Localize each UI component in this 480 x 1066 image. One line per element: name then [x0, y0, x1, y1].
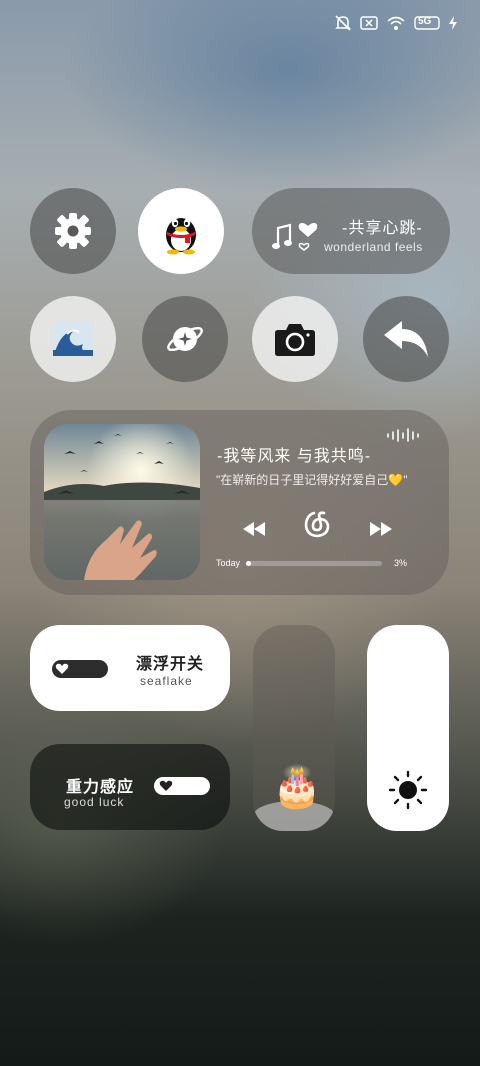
birthday-cake-icon: 🎂: [272, 765, 322, 809]
brightness-icon: [388, 770, 428, 810]
song-lyric: "在崭新的日子里记得好好爱自己💛": [216, 473, 408, 487]
progress-label: Today: [216, 558, 241, 568]
wave-tile[interactable]: [30, 296, 116, 382]
camera-tile[interactable]: [252, 296, 338, 382]
float-toggle[interactable]: [52, 660, 108, 678]
netease-music-button[interactable]: [300, 508, 334, 542]
settings-tile[interactable]: [30, 188, 116, 274]
progress-percent: 3%: [394, 558, 408, 568]
mute-icon: [334, 14, 352, 32]
gravity-switch-title: 重力感应: [66, 779, 135, 796]
progress-bar[interactable]: [246, 561, 382, 566]
progress-fill: [246, 561, 252, 566]
rewind-icon: [243, 522, 265, 536]
gravity-switch-card[interactable]: 重力感应 good luck: [30, 744, 230, 830]
qq-penguin-icon: [166, 218, 196, 255]
album-cover[interactable]: [44, 424, 200, 580]
gear-icon: [55, 213, 91, 249]
charging-icon: [448, 15, 458, 31]
brightness-slider[interactable]: [367, 625, 449, 831]
camera-icon: [275, 324, 315, 356]
fast-forward-icon: [370, 522, 392, 536]
wifi-icon: [386, 15, 406, 31]
heart-icon: [55, 663, 69, 674]
toggle-knob: [55, 662, 69, 676]
music-player: -我等风来 与我共鸣- "在崭新的日子里记得好好爱自己💛" Today 3%: [30, 410, 449, 595]
float-switch-card[interactable]: 漂浮开关 seaflake: [30, 625, 230, 711]
toggle-knob: [159, 779, 173, 793]
back-arrow-icon: [384, 321, 428, 357]
gravity-toggle[interactable]: [154, 777, 210, 795]
previous-button[interactable]: [240, 518, 268, 540]
music-heart-icon: [272, 223, 318, 251]
music-card-title: -共享心跳-: [342, 220, 423, 237]
next-button[interactable]: [367, 518, 395, 540]
sound-wave-icon: [387, 428, 419, 442]
wave-emoji-icon: [53, 322, 93, 356]
planet-icon: [167, 326, 203, 352]
back-tile[interactable]: [363, 296, 449, 382]
song-title: -我等风来 与我共鸣-: [217, 448, 372, 465]
qq-tile[interactable]: [138, 188, 224, 274]
gravity-switch-subtitle: good luck: [64, 795, 125, 809]
status-bar: 5G: [334, 12, 458, 34]
heart-icon: [159, 780, 173, 791]
volume-slider[interactable]: 🎂: [253, 625, 335, 831]
music-share-card[interactable]: -共享心跳- wonderland feels: [252, 188, 450, 274]
planet-tile[interactable]: [142, 296, 228, 382]
music-card-subtitle: wonderland feels: [324, 240, 423, 254]
netease-music-icon: [304, 511, 330, 538]
sim-error-icon: [360, 15, 378, 31]
network-5g-icon: 5G: [414, 15, 440, 31]
float-switch-subtitle: seaflake: [140, 674, 193, 688]
float-switch-title: 漂浮开关: [136, 656, 205, 673]
